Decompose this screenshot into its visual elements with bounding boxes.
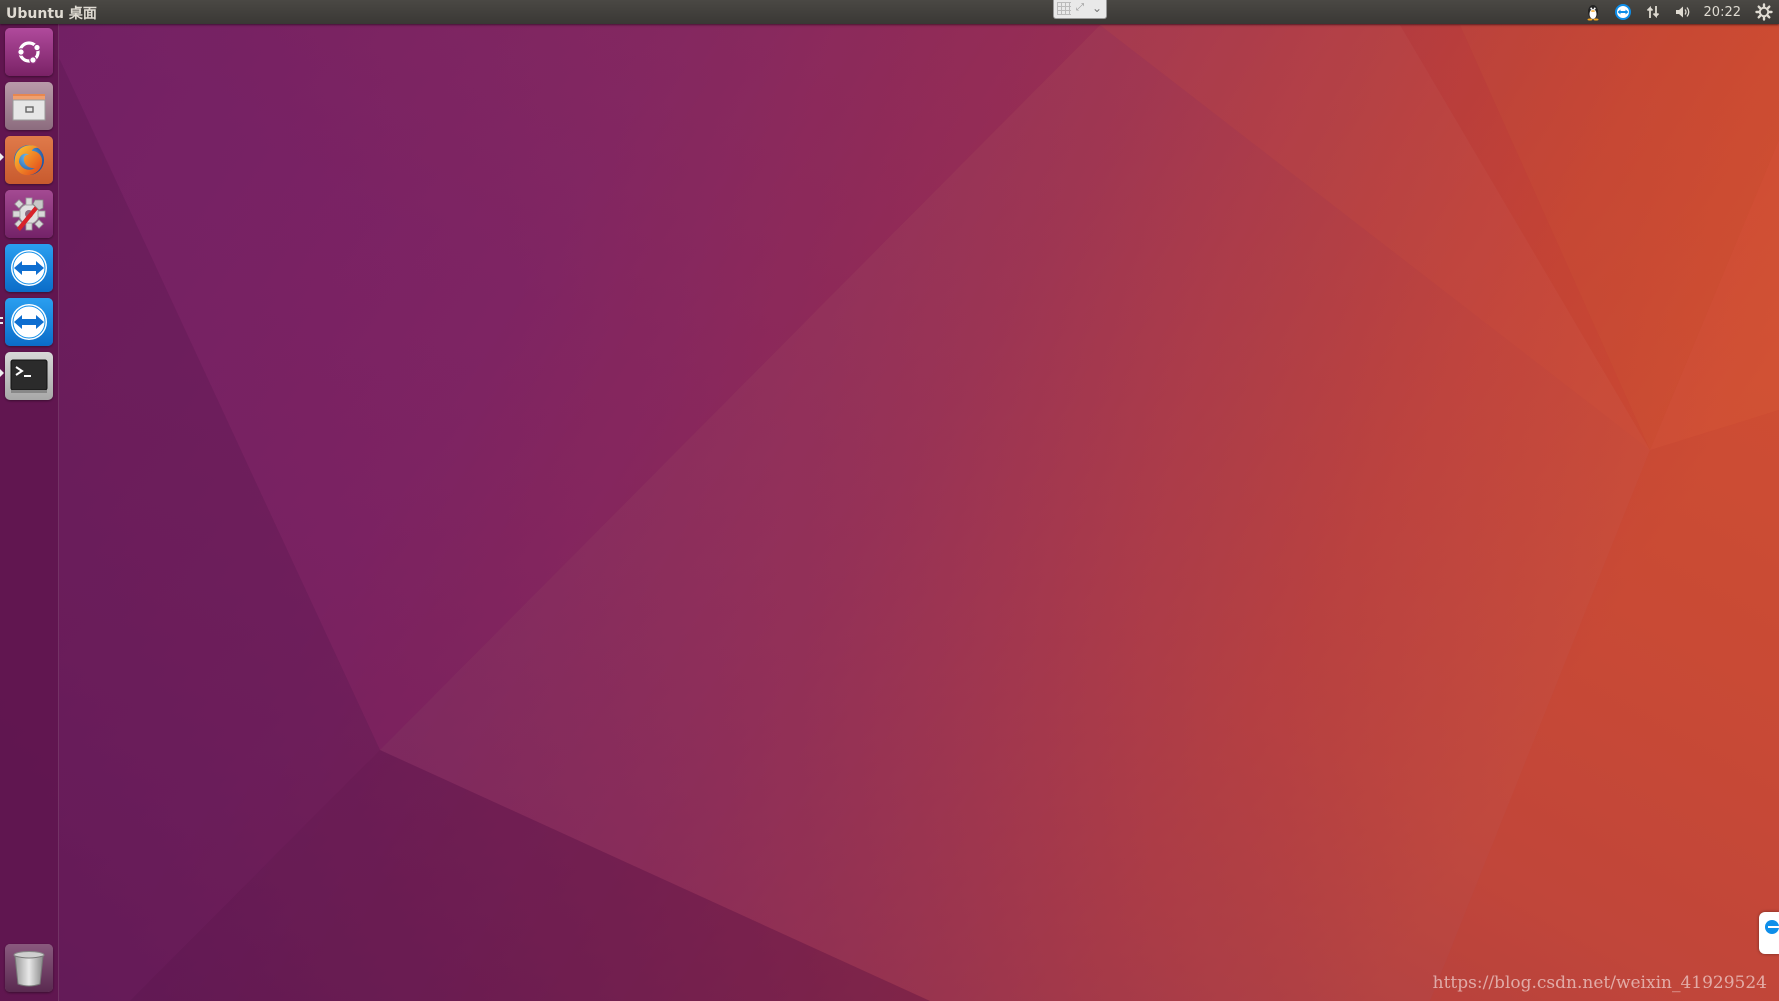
keyboard-grid-icon[interactable] (1057, 2, 1071, 15)
teamviewer-tray[interactable] (1614, 0, 1632, 24)
teamviewer-icon (5, 244, 53, 292)
panel-title: Ubuntu 桌面 (6, 6, 97, 22)
network-indicator[interactable] (1644, 0, 1662, 24)
launcher-item-firefox[interactable] (5, 136, 53, 184)
clock[interactable]: 20:22 (1704, 0, 1741, 24)
expand-icon[interactable]: ⤢ (1074, 2, 1086, 14)
teamviewer-tray-icon (1614, 4, 1631, 20)
settings-tools-icon (5, 190, 53, 238)
input-method-widget[interactable]: ⤢ ⌄ (1053, 0, 1107, 19)
teamviewer-side-tab[interactable] (1759, 912, 1779, 954)
qq-penguin-icon (1587, 5, 1599, 21)
firefox-icon (5, 136, 53, 184)
launcher-item-teamviewer[interactable] (5, 244, 53, 292)
volume-icon (1675, 6, 1689, 18)
top-panel: Ubuntu 桌面 ⤢ ⌄ 20:22 (0, 0, 1779, 24)
launcher-item-system-settings[interactable] (5, 190, 53, 238)
teamviewer-icon (1765, 920, 1779, 934)
launcher-item-teamviewer-2[interactable] (5, 298, 53, 346)
watermark-url: https://blog.csdn.net/weixin_41929524 (1432, 973, 1767, 993)
terminal-icon (5, 352, 53, 400)
launcher-item-terminal[interactable] (5, 352, 53, 400)
trash-icon (5, 944, 53, 992)
session-menu[interactable] (1755, 0, 1773, 24)
running-indicator (0, 153, 4, 161)
ubuntu-logo-icon (5, 28, 53, 76)
qq-indicator[interactable] (1584, 0, 1602, 24)
settings-gear-icon (1755, 3, 1773, 21)
file-cabinet-icon (5, 82, 53, 130)
launcher-item-trash[interactable] (5, 944, 53, 992)
indicator-area: 20:22 (1578, 0, 1779, 24)
volume-indicator[interactable] (1674, 0, 1692, 24)
desktop-wallpaper[interactable] (0, 0, 1779, 1001)
running-indicator (0, 317, 3, 324)
chevron-down-icon[interactable]: ⌄ (1090, 1, 1104, 15)
launcher (0, 24, 59, 1001)
launcher-item-dash-home[interactable] (5, 28, 53, 76)
wallpaper-graphic (0, 0, 1779, 1001)
teamviewer-icon (5, 298, 53, 346)
launcher-item-files[interactable] (5, 82, 53, 130)
running-indicator (0, 369, 4, 377)
network-icon (1646, 5, 1659, 19)
desktop-screen: Ubuntu 桌面 ⤢ ⌄ 20:22 https://blog.csdn.ne… (0, 0, 1779, 1001)
